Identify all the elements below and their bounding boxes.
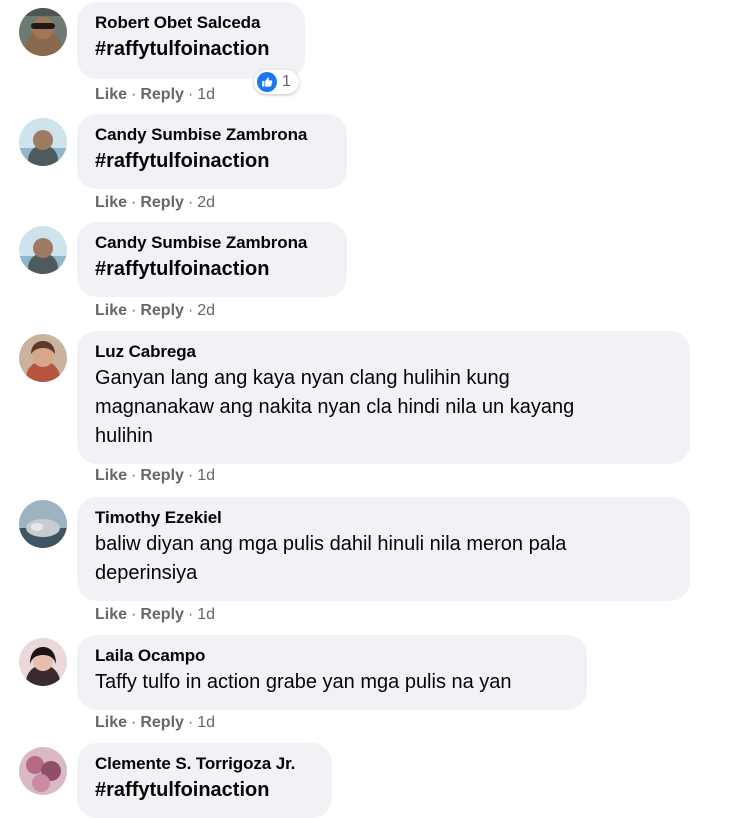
comment-actions: Like · Reply · 1d — [95, 713, 215, 733]
avatar-image — [19, 8, 67, 56]
timestamp[interactable]: 2d — [197, 194, 215, 211]
avatar[interactable] — [19, 334, 67, 382]
comment-author[interactable]: Candy Sumbise Zambrona — [95, 124, 329, 146]
reaction-count: 1 — [282, 73, 291, 90]
avatar-image — [19, 638, 67, 686]
comment-author[interactable]: Luz Cabrega — [95, 341, 672, 363]
avatar-image — [19, 747, 67, 795]
separator: · — [187, 467, 194, 484]
comment-bubble: Robert Obet Salceda #raffytulfoinaction — [77, 2, 305, 79]
reply-button[interactable]: Reply — [140, 194, 184, 211]
reply-button[interactable]: Reply — [140, 86, 184, 103]
avatar[interactable] — [19, 638, 67, 686]
comment-actions: Like · Reply · 1d — [95, 466, 215, 486]
comment-author[interactable]: Candy Sumbise Zambrona — [95, 232, 329, 254]
avatar[interactable] — [19, 500, 67, 548]
reply-button[interactable]: Reply — [140, 302, 184, 319]
reply-button[interactable]: Reply — [140, 467, 184, 484]
comment-bubble: Timothy Ezekiel baliw diyan ang mga puli… — [77, 497, 690, 601]
comment-author[interactable]: Clemente S. Torrigoza Jr. — [95, 753, 314, 775]
avatar-image — [19, 118, 67, 166]
separator: · — [187, 302, 194, 319]
comment-author[interactable]: Laila Ocampo — [95, 645, 569, 667]
timestamp[interactable]: 2d — [197, 302, 215, 319]
comment-text: Taffy tulfo in action grabe yan mga puli… — [95, 671, 512, 693]
comment-text[interactable]: #raffytulfoinaction — [95, 147, 329, 175]
comment-author[interactable]: Timothy Ezekiel — [95, 507, 672, 529]
comment-bubble: Laila Ocampo Taffy tulfo in action grabe… — [77, 635, 587, 710]
like-button[interactable]: Like — [95, 86, 127, 103]
timestamp[interactable]: 1d — [197, 86, 215, 103]
separator: · — [131, 194, 137, 211]
like-icon — [257, 72, 277, 92]
comment-text-line: magnanakaw ang nakita nyan cla hindi nil… — [95, 396, 575, 418]
comment-text[interactable]: #raffytulfoinaction — [95, 776, 314, 804]
avatar[interactable] — [19, 226, 67, 274]
comment-text-line: deperinsiya — [95, 562, 198, 584]
like-button[interactable]: Like — [95, 302, 127, 319]
comment-text-line: Ganyan lang ang kaya nyan clang hulihin … — [95, 367, 510, 389]
timestamp[interactable]: 1d — [197, 467, 215, 484]
separator: · — [131, 86, 137, 103]
separator: · — [131, 606, 137, 623]
reply-button[interactable]: Reply — [140, 606, 184, 623]
comment-text[interactable]: #raffytulfoinaction — [95, 255, 329, 283]
comment-text-line: baliw diyan ang mga pulis dahil hinuli n… — [95, 533, 567, 555]
reply-button[interactable]: Reply — [140, 714, 184, 731]
comment-bubble: Clemente S. Torrigoza Jr. #raffytulfoina… — [77, 743, 332, 818]
separator: · — [187, 194, 194, 211]
timestamp[interactable]: 1d — [197, 714, 215, 731]
like-button[interactable]: Like — [95, 606, 127, 623]
comment-author[interactable]: Robert Obet Salceda — [95, 12, 287, 34]
separator: · — [131, 467, 137, 484]
comment-text-line: hulihin — [95, 425, 153, 447]
avatar-image — [19, 334, 67, 382]
like-button[interactable]: Like — [95, 714, 127, 731]
separator: · — [187, 86, 194, 103]
separator: · — [131, 714, 137, 731]
comment-actions: Like · Reply · 1d — [95, 605, 215, 625]
comment-actions: Like · Reply · 2d — [95, 301, 215, 321]
comment-bubble: Luz Cabrega Ganyan lang ang kaya nyan cl… — [77, 331, 690, 464]
timestamp[interactable]: 1d — [197, 606, 215, 623]
avatar-image — [19, 500, 67, 548]
avatar[interactable] — [19, 8, 67, 56]
comment-bubble: Candy Sumbise Zambrona #raffytulfoinacti… — [77, 222, 347, 297]
avatar-image — [19, 226, 67, 274]
comment-actions: Like · Reply · 1d — [95, 85, 215, 105]
comment-actions: Like · Reply · 2d — [95, 193, 215, 213]
comment-bubble: Candy Sumbise Zambrona #raffytulfoinacti… — [77, 114, 347, 189]
like-button[interactable]: Like — [95, 467, 127, 484]
reaction-badge[interactable]: 1 — [254, 70, 299, 94]
like-button[interactable]: Like — [95, 194, 127, 211]
separator: · — [131, 302, 137, 319]
avatar[interactable] — [19, 747, 67, 795]
separator: · — [187, 606, 194, 623]
comment-text[interactable]: #raffytulfoinaction — [95, 35, 287, 63]
avatar[interactable] — [19, 118, 67, 166]
separator: · — [187, 714, 194, 731]
